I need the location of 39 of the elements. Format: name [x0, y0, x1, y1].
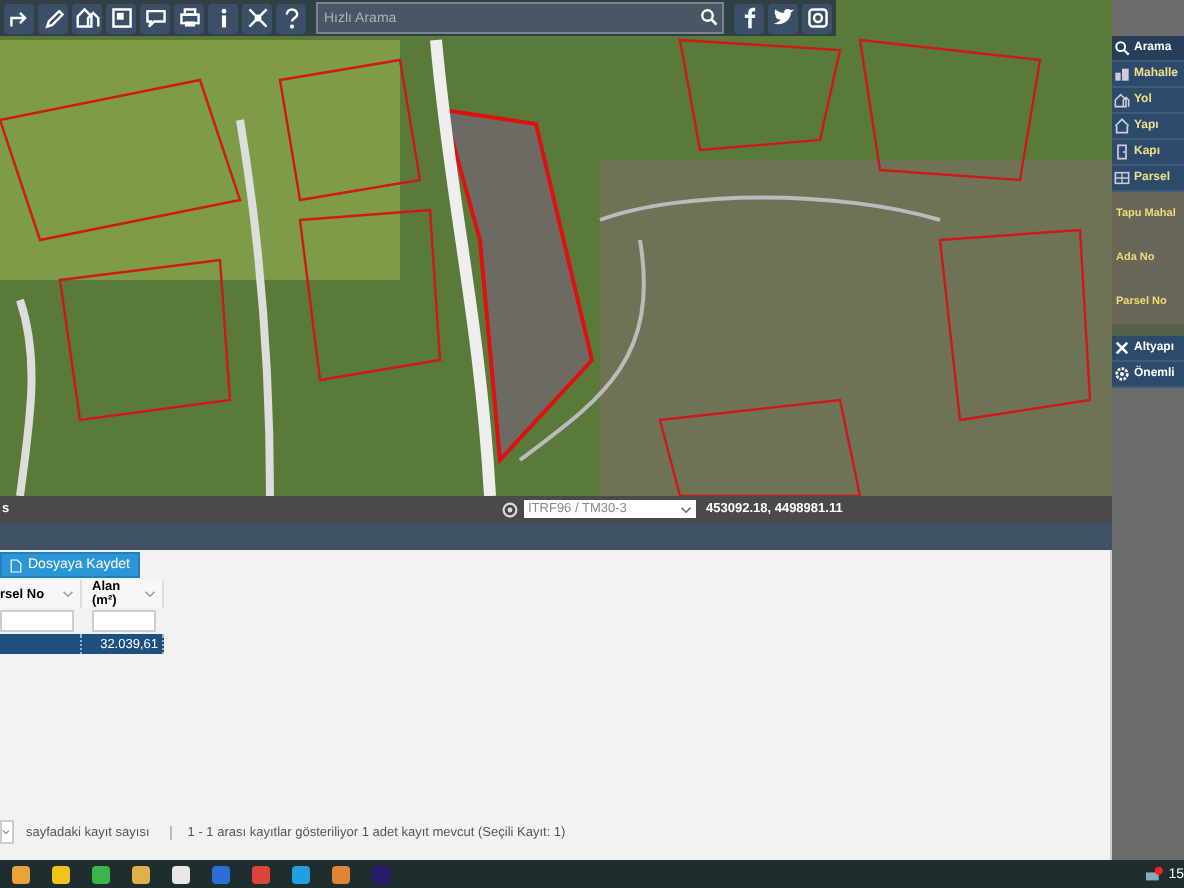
search-icon	[1114, 40, 1130, 56]
filter-field[interactable]	[92, 610, 156, 632]
houses-icon	[1114, 92, 1130, 108]
house-icon	[1114, 118, 1130, 134]
caret-icon	[680, 505, 692, 513]
page-size-select[interactable]	[0, 820, 14, 844]
taskbar-app-icon[interactable]	[92, 865, 110, 883]
file-icon	[10, 557, 22, 573]
target-icon[interactable]	[502, 501, 518, 517]
network-alert-icon[interactable]	[1144, 866, 1165, 882]
taskbar-app-icon[interactable]	[172, 865, 190, 883]
info-icon[interactable]	[208, 3, 238, 33]
taskbar-app-icon[interactable]	[332, 865, 350, 883]
crossed-tools-icon	[1114, 340, 1130, 356]
question-mark-icon[interactable]	[276, 3, 306, 33]
filter-field[interactable]	[0, 610, 74, 632]
gear-icon	[1114, 366, 1130, 382]
grid-icon	[1114, 170, 1130, 186]
camera-icon[interactable]	[802, 3, 832, 33]
facebook-icon[interactable]	[734, 3, 764, 33]
satellite-map-drawing[interactable]	[0, 0, 1112, 496]
caret-icon	[62, 590, 74, 598]
caret-icon	[144, 590, 156, 598]
taskbar-app-icon[interactable]	[132, 865, 150, 883]
buildings-icon	[1114, 66, 1130, 82]
taskbar-app-icon[interactable]	[12, 865, 30, 883]
crossed-arrows-icon[interactable]	[242, 3, 272, 33]
print-icon[interactable]	[174, 3, 204, 33]
caret-icon	[2, 828, 10, 836]
search-icon[interactable]	[700, 8, 718, 26]
share-icon[interactable]	[4, 3, 34, 33]
frame-icon[interactable]	[106, 3, 136, 33]
door-icon	[1114, 144, 1130, 160]
houses-icon[interactable]	[72, 3, 102, 33]
pencil-icon[interactable]	[38, 3, 68, 33]
taskbar-app-icon[interactable]	[292, 865, 310, 883]
speech-bubble-icon[interactable]	[140, 3, 170, 33]
taskbar-app-icon[interactable]	[52, 865, 70, 883]
bird-icon[interactable]	[768, 3, 798, 33]
